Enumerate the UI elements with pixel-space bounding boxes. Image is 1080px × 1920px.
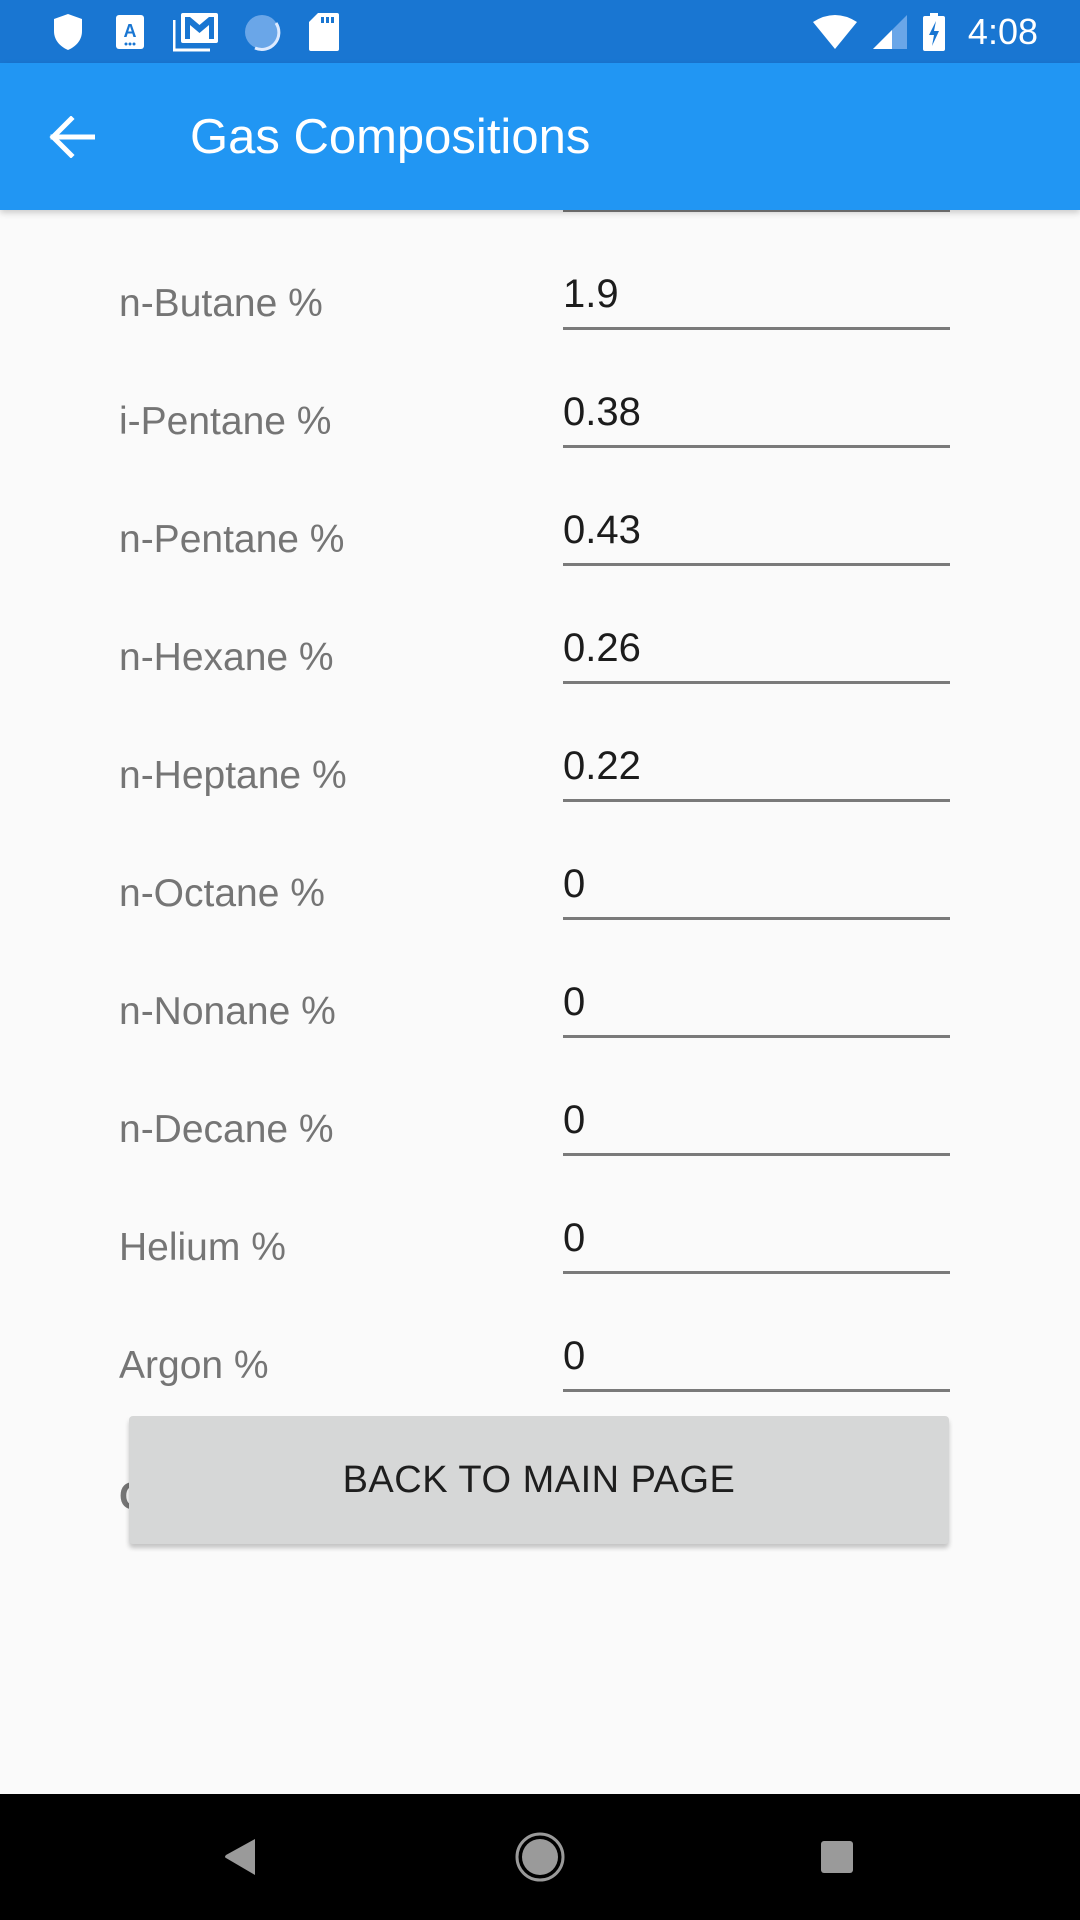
nav-recents-button[interactable] (797, 1822, 877, 1892)
nav-home-button[interactable] (500, 1822, 580, 1892)
form-row-helium: Helium % (0, 1182, 1080, 1300)
field-label: n-Octane % (119, 872, 325, 915)
battery-charging-icon (922, 12, 946, 52)
status-bar: A 4:08 (0, 0, 1080, 63)
n-butane-input[interactable] (563, 268, 950, 330)
notification-icons: A (48, 10, 366, 54)
recents-square-icon (821, 1841, 853, 1873)
form-row-n-pentane: n-Pentane % (0, 474, 1080, 592)
helium-input[interactable] (563, 1212, 950, 1274)
n-nonane-input[interactable] (563, 976, 950, 1038)
shield-icon (48, 12, 88, 52)
n-octane-input[interactable] (563, 858, 950, 920)
form-row-n-butane: n-Butane % (0, 238, 1080, 356)
form-row-argon: Argon % (0, 1300, 1080, 1418)
scroll-content[interactable]: i-Butane % n-Butane % i-Pentane % n-Pent… (0, 210, 1080, 1794)
back-button[interactable] (42, 111, 102, 163)
nav-back-button[interactable] (200, 1822, 280, 1892)
field-label: i-Pentane % (119, 400, 332, 443)
system-status-icons: 4:08 (812, 8, 1038, 56)
wifi-icon (812, 14, 858, 50)
field-label: n-Butane % (119, 282, 323, 325)
field-label: Argon % (119, 1344, 269, 1387)
svg-text:A: A (124, 21, 137, 41)
i-pentane-input[interactable] (563, 386, 950, 448)
n-pentane-input[interactable] (563, 504, 950, 566)
back-triangle-icon (225, 1839, 255, 1875)
field-label: n-Decane % (119, 1108, 334, 1151)
sd-card-icon (304, 12, 344, 52)
field-label: Helium % (119, 1226, 286, 1269)
gmail-icon (172, 12, 220, 52)
i-butane-input[interactable] (563, 210, 950, 212)
form-row-i-butane: i-Butane % (0, 210, 1080, 238)
system-nav-bar (0, 1794, 1080, 1920)
field-label: n-Nonane % (119, 990, 336, 1033)
sync-circle-icon (242, 12, 282, 52)
field-label: n-Pentane % (119, 518, 345, 561)
form-row-i-pentane: i-Pentane % (0, 356, 1080, 474)
field-label: n-Hexane % (119, 636, 334, 679)
n-hexane-input[interactable] (563, 622, 950, 684)
clock: 4:08 (967, 11, 1038, 52)
form-row-n-nonane: n-Nonane % (0, 946, 1080, 1064)
form-row-n-octane: n-Octane % (0, 828, 1080, 946)
cellular-signal-icon (872, 14, 908, 50)
argon-input[interactable] (563, 1330, 950, 1392)
composition-form: i-Butane % n-Butane % i-Pentane % n-Pent… (0, 210, 1080, 1418)
form-row-n-decane: n-Decane % (0, 1064, 1080, 1182)
keyboard-a-icon: A (110, 12, 150, 52)
form-row-n-heptane: n-Heptane % (0, 710, 1080, 828)
field-label: n-Heptane % (119, 754, 347, 797)
n-heptane-input[interactable] (563, 740, 950, 802)
app-bar: Gas Compositions (0, 63, 1080, 210)
home-circle-icon (515, 1832, 565, 1882)
arrow-back-icon (49, 116, 95, 158)
n-decane-input[interactable] (563, 1094, 950, 1156)
form-row-n-hexane: n-Hexane % (0, 592, 1080, 710)
page-title: Gas Compositions (190, 110, 591, 164)
back-to-main-page-button[interactable]: BACK TO MAIN PAGE (129, 1416, 949, 1544)
